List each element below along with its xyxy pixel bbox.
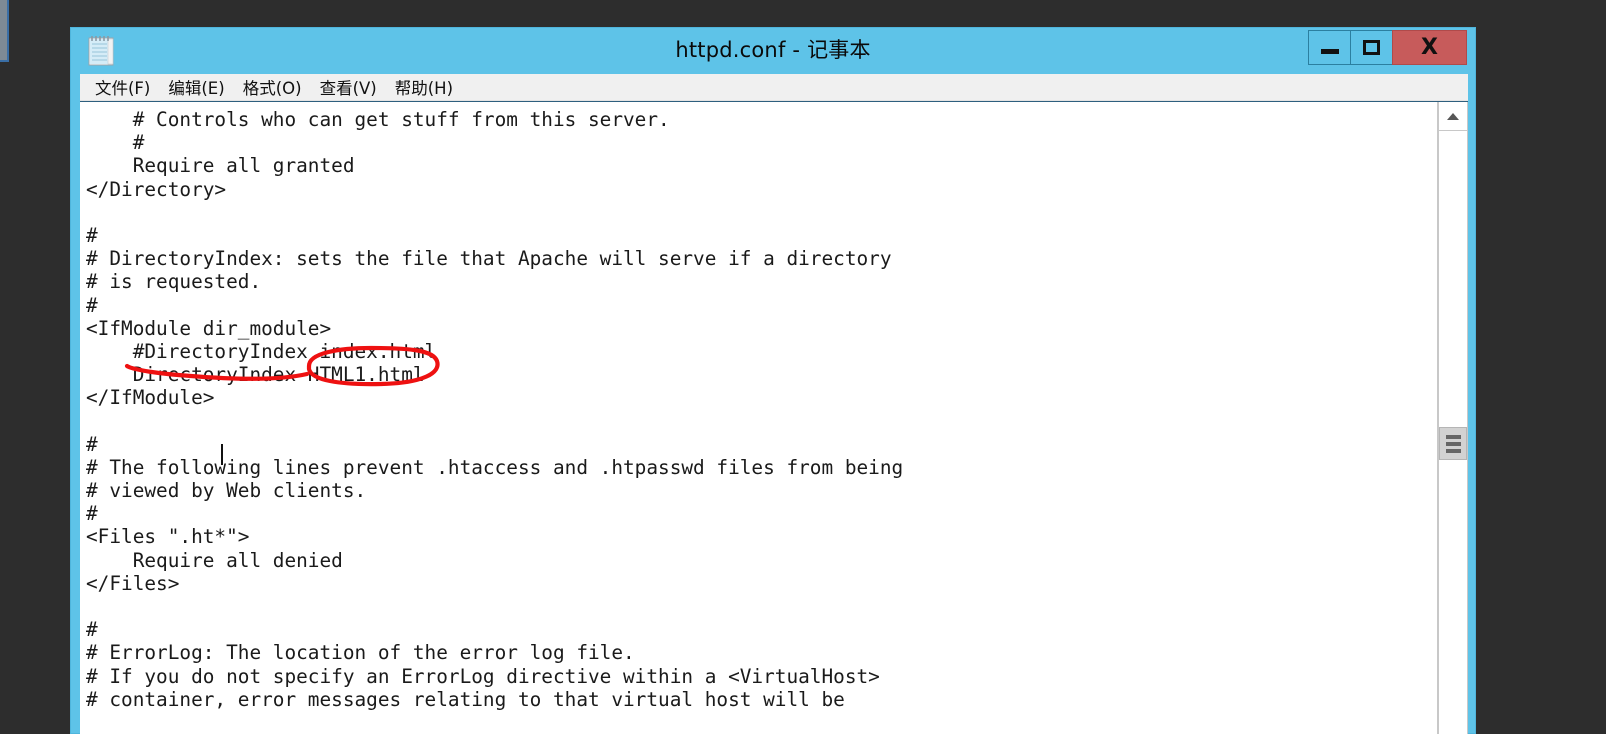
- maximize-icon: [1363, 40, 1380, 55]
- scrollbar-track[interactable]: [1438, 131, 1468, 734]
- close-button[interactable]: X: [1392, 30, 1467, 65]
- editor-line: </IfModule>: [86, 386, 215, 410]
- menu-item-help[interactable]: 帮助(H): [386, 75, 462, 99]
- grip-line-icon: [1445, 434, 1461, 439]
- editor-line: <Files ".ht*">: [86, 525, 250, 549]
- desktop-screen: httpd.conf - 记事本 X 文件(F) 编辑(E) 格式(O) 查看(…: [0, 0, 1606, 734]
- scrollbar-thumb[interactable]: [1439, 427, 1467, 460]
- editor-line: #DirectoryIndex index.html: [86, 339, 437, 363]
- grip-line-icon: [1445, 441, 1461, 446]
- menu-item-format[interactable]: 格式(O): [234, 75, 311, 99]
- editor-line: DirectoryIndex HTML1.html: [86, 363, 425, 387]
- window-title: httpd.conf - 记事本: [675, 38, 871, 62]
- editor-line: # The following lines prevent .htaccess …: [86, 455, 904, 479]
- chevron-up-icon: [1447, 112, 1459, 120]
- editor-line: # If you do not specify an ErrorLog dire…: [86, 664, 880, 688]
- editor-line: </Files>: [86, 571, 180, 595]
- editor-line: # viewed by Web clients.: [86, 479, 367, 502]
- notepad-window: httpd.conf - 记事本 X 文件(F) 编辑(E) 格式(O) 查看(…: [70, 27, 1476, 734]
- editor-line: # DirectoryIndex: sets the file that Apa…: [86, 247, 892, 271]
- editor-line: <IfModule dir_module>: [86, 316, 332, 340]
- menu-bar: 文件(F) 编辑(E) 格式(O) 查看(V) 帮助(H): [80, 74, 1468, 101]
- menu-item-edit[interactable]: 编辑(E): [159, 75, 233, 99]
- editor-line: </Directory>: [86, 177, 227, 201]
- title-bar[interactable]: httpd.conf - 记事本 X: [71, 28, 1475, 73]
- editor-line: # is requested.: [86, 270, 262, 294]
- editor-line: #: [86, 618, 98, 642]
- desktop-background-top: [0, 0, 1606, 27]
- editor-line: #: [86, 293, 98, 317]
- minimize-icon: [1320, 49, 1339, 54]
- menu-item-view[interactable]: 查看(V): [311, 75, 386, 99]
- notepad-icon: [87, 33, 117, 67]
- editor-line: #: [86, 432, 98, 456]
- editor-line: # container, error messages relating to …: [86, 687, 845, 711]
- menu-item-file[interactable]: 文件(F): [86, 75, 159, 99]
- text-caret: [221, 444, 223, 465]
- editor-line: Require all granted: [86, 154, 355, 178]
- editor-line: Require all denied: [86, 548, 343, 572]
- editor-client-area: # Controls who can get stuff from this s…: [80, 101, 1468, 734]
- grip-line-icon: [1445, 448, 1461, 453]
- editor-line: # Controls who can get stuff from this s…: [86, 108, 670, 131]
- editor-line: #: [86, 223, 98, 247]
- maximize-button[interactable]: [1350, 30, 1393, 65]
- background-window-edge: [0, 0, 9, 62]
- editor-line: #: [86, 502, 98, 526]
- minimize-button[interactable]: [1308, 30, 1351, 65]
- vertical-scrollbar[interactable]: [1437, 102, 1468, 734]
- scroll-up-button[interactable]: [1438, 102, 1468, 131]
- editor-line: #: [86, 131, 145, 155]
- editor-line: # ErrorLog: The location of the error lo…: [86, 641, 635, 665]
- window-controls: X: [1308, 30, 1467, 65]
- text-editor[interactable]: # Controls who can get stuff from this s…: [80, 102, 1420, 734]
